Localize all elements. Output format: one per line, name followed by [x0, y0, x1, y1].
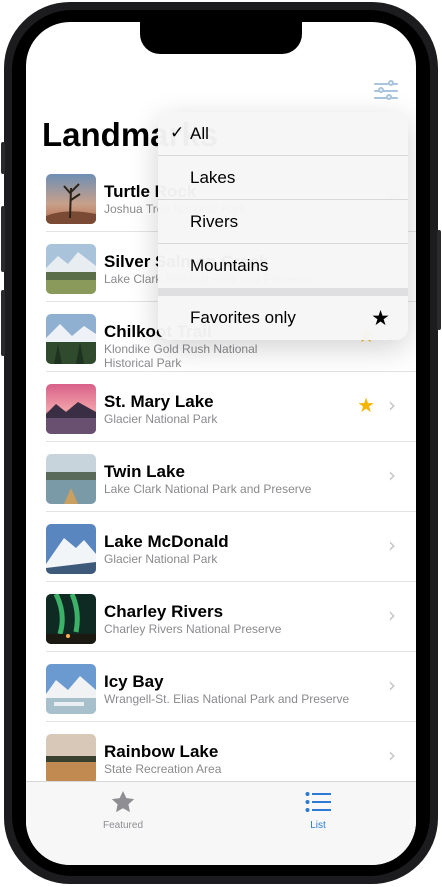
star-fill-icon — [83, 788, 163, 816]
menu-separator — [158, 288, 408, 296]
tab-label: List — [310, 820, 326, 831]
menu-item-rivers[interactable]: Rivers — [158, 200, 408, 244]
landmark-name: St. Mary Lake — [104, 392, 214, 411]
tab-featured[interactable]: Featured — [83, 788, 163, 831]
chevron-right-icon: › — [388, 603, 396, 627]
landmark-name: Lake McDonald — [104, 532, 229, 551]
menu-item-mountains[interactable]: Mountains — [158, 244, 408, 288]
landmark-thumbnail — [46, 314, 96, 364]
landmark-row-lake-mcdonald[interactable]: Lake McDonald Glacier National Park › — [26, 512, 416, 582]
landmark-park: Glacier National Park — [104, 552, 218, 566]
menu-item-label: Rivers — [190, 212, 239, 231]
landmark-park: Lake Clark National Park and Preserve — [104, 482, 312, 496]
landmark-thumbnail — [46, 384, 96, 434]
mute-switch — [1, 142, 5, 174]
star-fill-icon: ★ — [371, 306, 390, 330]
landmark-name: Twin Lake — [104, 462, 185, 481]
landmark-park: Wrangell-St. Elias National Park and Pre… — [104, 692, 350, 706]
landmark-park: State Recreation Area — [104, 762, 222, 776]
chevron-right-icon: › — [388, 393, 396, 417]
menu-item-label: All — [190, 124, 209, 143]
chevron-right-icon: › — [388, 463, 396, 487]
tab-label: Featured — [102, 820, 144, 831]
landmark-thumbnail — [46, 244, 96, 294]
landmark-row-icy-bay[interactable]: Icy Bay Wrangell-St. Elias National Park… — [26, 652, 416, 722]
filter-button[interactable] — [374, 80, 398, 102]
favorite-star-icon: ★ — [357, 395, 375, 417]
landmark-thumbnail — [46, 594, 96, 644]
landmark-row-twin-lake[interactable]: Twin Lake Lake Clark National Park and P… — [26, 442, 416, 512]
landmark-thumbnail — [46, 734, 96, 784]
landmark-park: Glacier National Park — [104, 412, 218, 426]
landmark-name: Rainbow Lake — [104, 742, 219, 761]
tab-list[interactable]: List — [278, 788, 358, 831]
landmark-name: Icy Bay — [104, 672, 164, 691]
volume-up-button — [1, 206, 5, 272]
landmark-row-charley-rivers[interactable]: Charley Rivers Charley Rivers National P… — [26, 582, 416, 652]
landmark-name: Charley Rivers — [104, 602, 224, 621]
list-bullet-icon — [278, 788, 358, 816]
power-button — [437, 230, 441, 330]
tab-bar: Featured List — [26, 781, 416, 865]
checkmark-icon: ✓ — [170, 123, 185, 143]
menu-item-label: Lakes — [190, 168, 236, 187]
landmark-thumbnail — [46, 664, 96, 714]
menu-item-lakes[interactable]: Lakes — [158, 156, 408, 200]
screen: Landmarks Turtle Rock Joshua Tree Nation… — [26, 22, 416, 865]
chevron-right-icon: › — [388, 533, 396, 557]
menu-item-label: Favorites only — [190, 308, 296, 327]
notch — [140, 22, 302, 54]
chevron-right-icon: › — [388, 743, 396, 767]
menu-item-favorites-only[interactable]: Favorites only ★ — [158, 296, 408, 340]
landmark-park: Charley Rivers National Preserve — [104, 622, 282, 636]
landmark-thumbnail — [46, 174, 96, 224]
chevron-right-icon: › — [388, 673, 396, 697]
landmark-row-st-mary-lake[interactable]: St. Mary Lake Glacier National Park ★ › — [26, 372, 416, 442]
landmark-thumbnail — [46, 524, 96, 574]
menu-item-label: Mountains — [190, 256, 269, 275]
menu-item-all[interactable]: ✓ All — [158, 112, 408, 156]
landmark-park: Klondike Gold Rush National Historical P… — [104, 342, 258, 370]
volume-down-button — [1, 290, 5, 356]
filter-menu: ✓ All Lakes Rivers Mountains Favorites o… — [158, 112, 408, 340]
landmark-thumbnail — [46, 454, 96, 504]
